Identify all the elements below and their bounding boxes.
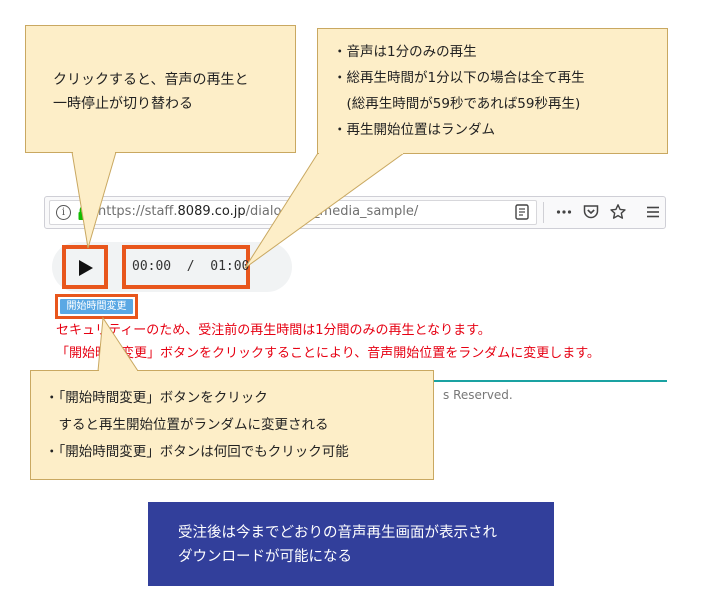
callout-line: すると再生開始位置がランダムに変更される <box>45 417 329 433</box>
time-text: 00:00 / 01:00 <box>132 259 250 274</box>
play-toggle-callout: クリックすると、音声の再生と 一時停止が切り替わる <box>25 25 296 153</box>
reader-view-icon[interactable] <box>513 203 531 221</box>
pocket-icon[interactable] <box>582 203 600 221</box>
callout-line: ・「開始時間変更」ボタンは何回でもクリック可能 <box>45 444 349 460</box>
change-start-time-button[interactable]: 開始時間変更 <box>60 299 133 314</box>
callout-line: クリックすると、音声の再生と <box>53 72 249 88</box>
playback-rules-callout: ・音声は1分のみの再生 ・総再生時間が1分以下の場合は全て再生 (総再生時間が5… <box>317 28 668 154</box>
change-start-button-highlight: 開始時間変更 <box>55 294 138 319</box>
callout-line: ・総再生時間が1分以下の場合は全て再生 <box>333 70 585 86</box>
security-notice: セキュリティーのため、受注前の再生時間は1分間のみの再生となります。 <box>56 323 491 338</box>
callout-line: 一時停止が切り替わる <box>53 96 193 112</box>
summary-line: ダウンロードが可能になる <box>178 549 352 565</box>
change-button-notice: 「開始時間変更」ボタンをクリックすることにより、音声開始位置をランダムに変更しま… <box>56 346 600 361</box>
info-icon[interactable]: i <box>56 205 71 220</box>
url-bar[interactable]: i https://staff.8089.co.jp/dialo play_me… <box>49 200 537 225</box>
toolbar-separator <box>543 202 544 223</box>
callout-line: ・再生開始位置はランダム <box>333 122 495 138</box>
url-text: https://staff.8089.co.jp/dialo play_medi… <box>98 204 419 219</box>
change-button-callout: ・「開始時間変更」ボタンをクリック すると再生開始位置がランダムに変更される ・… <box>30 370 434 480</box>
play-icon <box>79 260 93 276</box>
lock-icon <box>78 205 90 220</box>
callout-line: ・「開始時間変更」ボタンをクリック <box>45 390 268 406</box>
summary-line: 受注後は今までどおりの音声再生画面が表示され <box>178 525 497 541</box>
footer-copyright: s Reserved. <box>443 388 513 402</box>
summary-box: 受注後は今までどおりの音声再生画面が表示され ダウンロードが可能になる <box>148 502 554 586</box>
bookmark-star-icon[interactable] <box>609 203 627 221</box>
callout-line: (総再生時間が59秒であれば59秒再生) <box>333 96 581 112</box>
footer-divider <box>434 380 667 382</box>
play-button[interactable] <box>62 245 108 289</box>
time-display: 00:00 / 01:00 <box>122 245 250 289</box>
browser-toolbar: i https://staff.8089.co.jp/dialo play_me… <box>44 196 666 229</box>
callout-line: ・音声は1分のみの再生 <box>333 44 477 60</box>
menu-icon[interactable] <box>644 203 662 221</box>
more-icon[interactable] <box>555 203 573 221</box>
